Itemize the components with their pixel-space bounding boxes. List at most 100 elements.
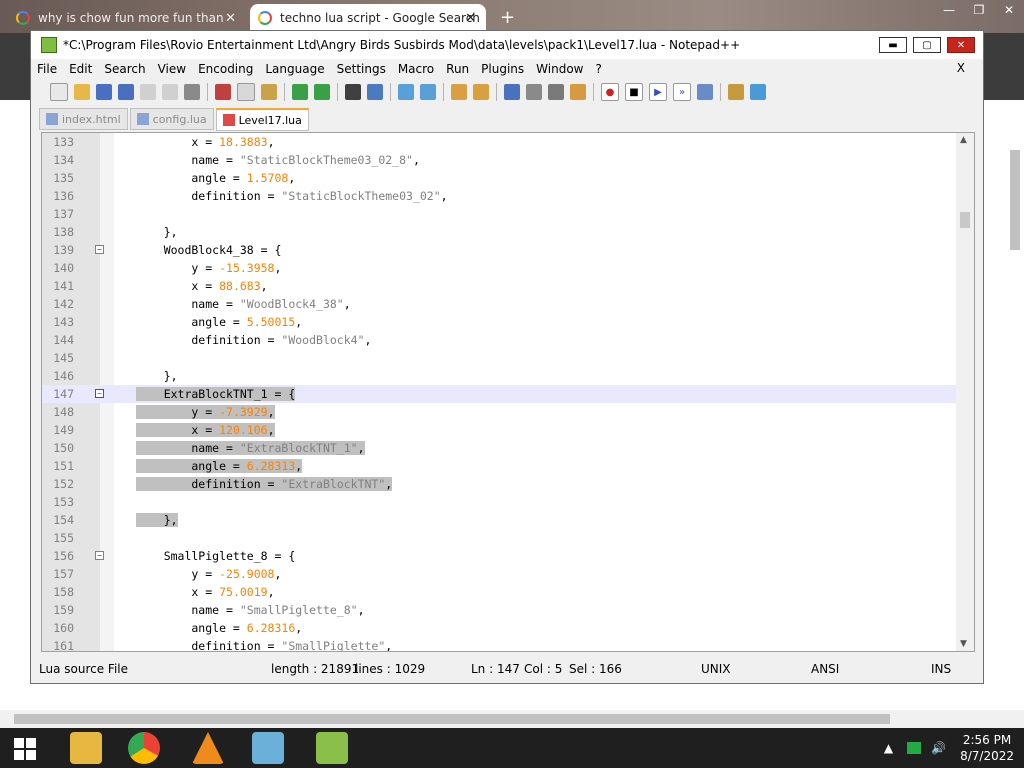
code-line[interactable]: 134 name = "StaticBlockTheme03_02_8", xyxy=(42,151,956,169)
close-document-button[interactable]: X xyxy=(951,61,971,75)
code-line[interactable]: 144 definition = "WoodBlock4", xyxy=(42,331,956,349)
browser-tab-2[interactable]: techno lua script - Google Search ✕ xyxy=(250,4,486,32)
doc-map-icon[interactable] xyxy=(570,84,586,100)
menu-view[interactable]: View xyxy=(152,62,192,76)
indent-guide-icon[interactable] xyxy=(548,84,564,100)
file-tab-level17-lua[interactable]: Level17.lua xyxy=(215,108,309,131)
file-explorer-icon[interactable] xyxy=(70,732,102,764)
minimize-icon[interactable]: — xyxy=(934,0,964,20)
code-line[interactable]: 139 − WoodBlock4_38 = { xyxy=(42,241,956,259)
code-editor[interactable]: 133 x = 18.3883, 134 name = "StaticBlockT… xyxy=(41,132,975,652)
code-line[interactable]: 157 y = -25.9008, xyxy=(42,565,956,583)
code-line[interactable]: 156 − SmallPiglette_8 = { xyxy=(42,547,956,565)
browser-scrollbar-thumb[interactable] xyxy=(1010,150,1020,250)
code-line[interactable]: 155 xyxy=(42,529,956,547)
code-line[interactable]: 158 x = 75.0019, xyxy=(42,583,956,601)
file-tab-config-lua[interactable]: config.lua xyxy=(129,108,214,130)
plugin-icon[interactable] xyxy=(728,84,744,100)
save-icon[interactable] xyxy=(96,84,112,100)
menu-settings[interactable]: Settings xyxy=(331,62,392,76)
undo-icon[interactable] xyxy=(292,84,308,100)
chevron-up-icon[interactable]: ▲ xyxy=(884,741,893,755)
code-line[interactable]: 152 definition = "ExtraBlockTNT", xyxy=(42,475,956,493)
stop-macro-icon[interactable]: ■ xyxy=(625,83,643,101)
code-line[interactable]: 147 − ExtraBlockTNT_1 = { xyxy=(42,385,956,403)
code-line[interactable]: 140 y = -15.3958, xyxy=(42,259,956,277)
paste-icon[interactable] xyxy=(261,84,277,100)
app-icon[interactable] xyxy=(252,732,284,764)
menu-edit[interactable]: Edit xyxy=(63,62,98,76)
close-icon[interactable]: ✕ xyxy=(994,0,1024,20)
scroll-down-icon[interactable]: ▼ xyxy=(960,639,967,649)
find-icon[interactable] xyxy=(345,84,361,100)
code-line[interactable]: 150 name = "ExtraBlockTNT_1", xyxy=(42,439,956,457)
new-tab-icon[interactable]: + xyxy=(500,7,515,28)
windows-start-icon[interactable] xyxy=(14,738,36,760)
fold-toggle-icon[interactable]: − xyxy=(95,389,104,398)
menu-plugins[interactable]: Plugins xyxy=(475,62,530,76)
save-macro-icon[interactable] xyxy=(697,84,713,100)
browser-horizontal-scrollbar[interactable] xyxy=(0,710,1024,728)
minimize-button[interactable]: ▬ xyxy=(879,37,907,53)
run-macro-multiple-icon[interactable]: » xyxy=(673,83,691,101)
close-file-icon[interactable] xyxy=(140,84,156,100)
word-wrap-icon[interactable] xyxy=(504,84,520,100)
scrollbar-thumb[interactable] xyxy=(14,714,890,724)
close-icon[interactable]: ✕ xyxy=(465,11,476,26)
code-line[interactable]: 159 name = "SmallPiglette_8", xyxy=(42,601,956,619)
file-tab-index-html[interactable]: index.html xyxy=(39,108,128,130)
clock[interactable]: 2:56 PM 8/7/2022 xyxy=(960,732,1014,764)
code-line[interactable]: 160 angle = 6.28316, xyxy=(42,619,956,637)
new-file-icon[interactable] xyxy=(50,83,68,101)
maximize-button[interactable]: ▢ xyxy=(913,37,941,53)
close-all-icon[interactable] xyxy=(162,84,178,100)
close-button[interactable]: ✕ xyxy=(947,37,975,53)
code-line[interactable]: 135 angle = 1.5708, xyxy=(42,169,956,187)
sync-vertical-icon[interactable] xyxy=(451,84,467,100)
code-line[interactable]: 133 x = 18.3883, xyxy=(42,133,956,151)
sync-horizontal-icon[interactable] xyxy=(473,84,489,100)
scroll-up-icon[interactable]: ▲ xyxy=(960,135,967,145)
show-all-chars-icon[interactable] xyxy=(526,84,542,100)
menu-encoding[interactable]: Encoding xyxy=(192,62,259,76)
menu-file[interactable]: File xyxy=(31,62,63,76)
copy-icon[interactable] xyxy=(237,83,255,101)
fold-toggle-icon[interactable]: − xyxy=(95,551,104,560)
vlc-icon[interactable] xyxy=(192,732,224,764)
code-line[interactable]: 141 x = 88.683, xyxy=(42,277,956,295)
code-line[interactable]: 151 angle = 6.28313, xyxy=(42,457,956,475)
menu-search[interactable]: Search xyxy=(98,62,151,76)
restore-icon[interactable]: ❐ xyxy=(964,0,994,20)
zoom-in-icon[interactable] xyxy=(398,84,414,100)
speaker-icon[interactable]: 🔊 xyxy=(931,741,946,755)
zoom-out-icon[interactable] xyxy=(420,84,436,100)
browser-tab-1[interactable]: why is chow fun more fun than ✕ xyxy=(8,4,246,32)
menu-macro[interactable]: Macro xyxy=(392,62,440,76)
battery-icon[interactable] xyxy=(907,742,922,754)
close-icon[interactable]: ✕ xyxy=(225,11,236,26)
code-line[interactable]: 143 angle = 5.50015, xyxy=(42,313,956,331)
menu-window[interactable]: Window xyxy=(530,62,589,76)
menu-help[interactable]: ? xyxy=(589,62,607,76)
menu-language[interactable]: Language xyxy=(259,62,330,76)
play-macro-icon[interactable]: ▶ xyxy=(649,83,667,101)
spell-check-icon[interactable] xyxy=(750,84,766,100)
code-line[interactable]: 138 }, xyxy=(42,223,956,241)
code-line[interactable]: 149 x = 120.106, xyxy=(42,421,956,439)
redo-icon[interactable] xyxy=(314,84,330,100)
fold-toggle-icon[interactable]: − xyxy=(95,245,104,254)
code-line[interactable]: 148 y = -7.3929, xyxy=(42,403,956,421)
menu-run[interactable]: Run xyxy=(440,62,475,76)
open-file-icon[interactable] xyxy=(74,84,90,100)
code-line[interactable]: 137 xyxy=(42,205,956,223)
record-macro-icon[interactable]: ● xyxy=(601,83,619,101)
code-line[interactable]: 142 name = "WoodBlock4_38", xyxy=(42,295,956,313)
code-line[interactable]: 153 xyxy=(42,493,956,511)
code-line[interactable]: 146 }, xyxy=(42,367,956,385)
scrollbar-thumb[interactable] xyxy=(960,212,970,228)
code-line[interactable]: 145 xyxy=(42,349,956,367)
cut-icon[interactable] xyxy=(215,84,231,100)
print-icon[interactable] xyxy=(184,84,200,100)
save-all-icon[interactable] xyxy=(118,84,134,100)
code-line[interactable]: 161 definition = "SmallPiglette", xyxy=(42,637,956,651)
